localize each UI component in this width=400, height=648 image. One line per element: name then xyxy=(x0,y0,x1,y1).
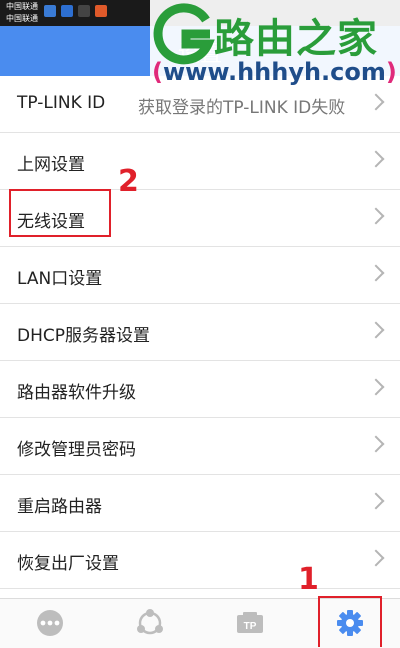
setting-label: 路由器软件升级 xyxy=(17,383,136,403)
setting-factory-reset[interactable]: 恢复出厂设置 xyxy=(0,532,400,589)
chevron-right-icon xyxy=(367,150,385,168)
step-1-marker: 1 xyxy=(298,562,319,597)
app-notification-icon xyxy=(44,5,56,17)
setting-internet[interactable]: 上网设置 xyxy=(0,133,400,190)
setting-dhcp[interactable]: DHCP服务器设置 xyxy=(0,304,400,361)
carrier-label: 中国联通 xyxy=(6,2,38,11)
watermark-logo xyxy=(153,3,215,65)
tab-tp[interactable]: TP xyxy=(200,599,300,648)
settings-list: TP-LINK ID 获取登录的TP-LINK ID失败 上网设置 无线设置 L… xyxy=(0,76,400,646)
message-icon xyxy=(61,5,73,17)
weibo-icon xyxy=(95,5,107,17)
chevron-right-icon xyxy=(367,264,385,282)
chevron-right-icon xyxy=(367,207,385,225)
tp-link-id-status: 获取登录的TP-LINK ID失败 xyxy=(138,98,346,118)
setting-label: 上网设置 xyxy=(17,155,85,175)
setting-lan[interactable]: LAN口设置 xyxy=(0,247,400,304)
chevron-right-icon xyxy=(367,549,385,567)
setting-admin-password[interactable]: 修改管理员密码 xyxy=(0,418,400,475)
setting-label: 重启路由器 xyxy=(17,497,102,517)
tab-devices[interactable] xyxy=(100,599,200,648)
setting-label: TP-LINK ID xyxy=(17,93,106,113)
step-2-marker: 2 xyxy=(118,164,139,199)
chevron-right-icon xyxy=(367,492,385,510)
chevron-right-icon xyxy=(367,435,385,453)
watermark-name: 路由之家 xyxy=(214,16,378,62)
tp-icon: TP xyxy=(237,612,263,633)
lock-icon xyxy=(78,5,90,17)
wireless-highlight-box xyxy=(9,189,111,237)
tp-icon-label: TP xyxy=(244,621,257,632)
setting-tp-link-id[interactable]: TP-LINK ID 获取登录的TP-LINK ID失败 xyxy=(0,76,400,133)
setting-label: 恢复出厂设置 xyxy=(17,554,119,574)
setting-label: 修改管理员密码 xyxy=(17,440,136,460)
chevron-right-icon xyxy=(367,321,385,339)
chevron-right-icon xyxy=(367,93,385,111)
chevron-right-icon xyxy=(367,378,385,396)
setting-upgrade[interactable]: 路由器软件升级 xyxy=(0,361,400,418)
tab-more[interactable] xyxy=(0,599,100,648)
more-dots-icon xyxy=(37,610,63,636)
setting-label: LAN口设置 xyxy=(17,269,103,289)
carrier-label: 中国联通 xyxy=(6,14,38,23)
notification-icons xyxy=(44,5,107,17)
setting-label: DHCP服务器设置 xyxy=(17,326,150,346)
setting-reboot[interactable]: 重启路由器 xyxy=(0,475,400,532)
settings-tab-highlight-box xyxy=(318,596,382,647)
devices-icon xyxy=(137,609,163,635)
